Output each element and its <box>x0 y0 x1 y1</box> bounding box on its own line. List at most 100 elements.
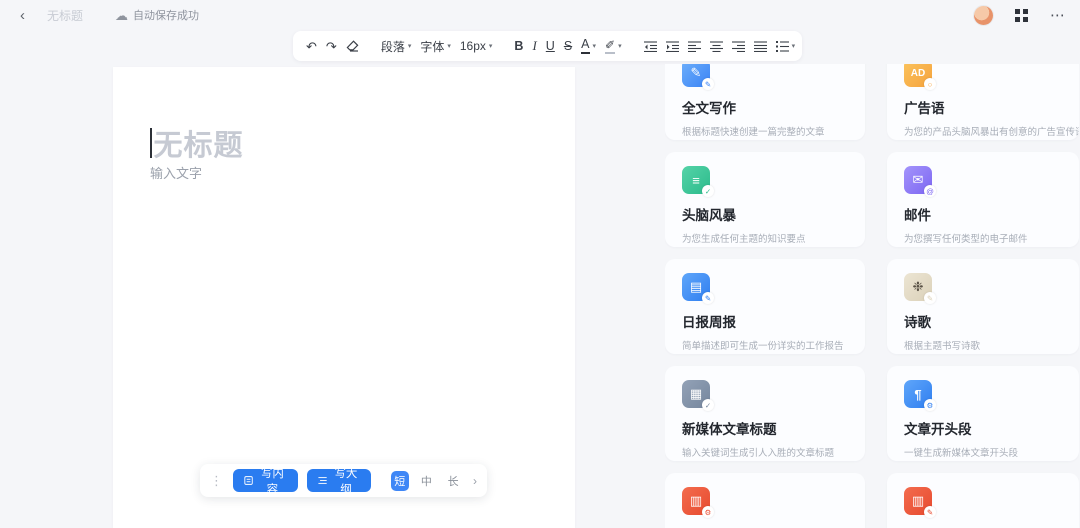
document-title: 无标题 <box>47 8 84 23</box>
chevron-down-icon: ▾ <box>592 42 597 50</box>
indent-decrease-icon <box>643 40 657 52</box>
autosave-status-text: 自动保存成功 <box>133 10 200 22</box>
back-icon[interactable]: ‹ <box>20 8 25 23</box>
fulltext-writing-icon: ✎ ✎ <box>682 64 714 90</box>
card-title: 广告语 <box>904 101 945 116</box>
align-center-button[interactable] <box>709 40 723 52</box>
icon-badge: ✓ <box>702 185 714 197</box>
font-color-icon: A <box>581 38 590 54</box>
italic-button[interactable]: I <box>532 38 536 54</box>
formatting-toolbar: ↶ ↷ 段落 ▾ 字体 ▾ 16px ▾ B I U S A ▾ ✐ ▾ ▾ <box>293 31 802 61</box>
template-card-daily-weekly-report[interactable]: ▤ ✎ 日报周报 简单描述即可生成一份详实的工作报告 <box>665 259 865 354</box>
align-left-icon <box>687 40 701 52</box>
daily-weekly-report-icon: ▤ ✎ <box>682 273 714 304</box>
red-book-icon: ▥ ⚙ <box>682 487 714 518</box>
template-card-fulltext-writing[interactable]: ✎ ✎ 全文写作 根据标题快速创建一篇完整的文章 <box>665 64 865 140</box>
card-description: 根据标题快速创建一篇完整的文章 <box>682 127 825 138</box>
template-card-opening-paragraph[interactable]: ¶ ⚙ 文章开头段 一键生成新媒体文章开头段 <box>887 366 1079 461</box>
font-size-dropdown[interactable]: 16px ▾ <box>460 39 493 53</box>
icon-glyph: ▥ <box>911 493 925 508</box>
font-color-button[interactable]: A ▾ <box>581 38 596 54</box>
body-placeholder[interactable]: 输入文字 <box>150 163 202 182</box>
highlight-color-button[interactable]: ✐ ▾ <box>605 39 622 54</box>
chevron-down-icon: ▾ <box>447 42 451 50</box>
template-card-brainstorm[interactable]: ≡ ✓ 头脑风暴 为您生成任何主题的知识要点 <box>665 152 865 247</box>
document-icon <box>244 476 253 485</box>
template-card-poetry[interactable]: ❉ ✎ 诗歌 根据主题书写诗歌 <box>887 259 1079 354</box>
apps-grid-icon[interactable] <box>1015 8 1028 22</box>
length-option-long[interactable]: 长 <box>444 471 462 491</box>
card-title: 邮件 <box>904 208 931 223</box>
more-options-icon[interactable]: ⋯ <box>1050 8 1066 23</box>
indent-decrease-button[interactable] <box>643 40 657 52</box>
font-family-dropdown[interactable]: 字体 ▾ <box>420 38 451 55</box>
font-size-value: 16px <box>459 39 486 53</box>
title-placeholder: 无标题 <box>153 130 244 162</box>
align-right-icon <box>731 40 745 52</box>
chevron-down-icon: ▾ <box>488 42 493 50</box>
write-content-label: 写内容 <box>260 467 284 496</box>
paragraph-dropdown[interactable]: 段落 ▾ <box>381 38 412 55</box>
eraser-icon <box>346 40 359 52</box>
undo-icon: ↶ <box>306 38 317 54</box>
drag-handle-icon[interactable]: ⋮ <box>210 474 223 487</box>
text-cursor <box>150 128 152 158</box>
write-outline-button[interactable]: 写大纲 <box>306 468 372 496</box>
media-article-title-icon: ▦ ✓ <box>682 380 714 411</box>
list-style-dropdown[interactable]: ▾ <box>775 40 796 52</box>
cloud-icon: ☁ <box>115 7 129 23</box>
card-title: 全文写作 <box>682 101 736 116</box>
avatar[interactable] <box>974 5 993 25</box>
icon-badge: ○ <box>924 78 936 90</box>
ai-assist-bar: ⋮ 写内容 写大纲 短 中 长 › <box>200 464 487 497</box>
icon-glyph: ✎ <box>690 65 702 80</box>
templates-grid: ✎ ✎ 全文写作 根据标题快速创建一篇完整的文章 AD ○ 广告语 为您的产品头脑风… <box>665 64 1079 528</box>
icon-badge: ✎ <box>702 78 714 90</box>
write-content-button[interactable]: 写内容 <box>233 468 298 496</box>
align-center-icon <box>709 40 723 52</box>
ad-slogan-icon: AD ○ <box>904 64 936 90</box>
icon-badge: ⚙ <box>924 399 936 411</box>
undo-button[interactable]: ↶ <box>306 40 317 53</box>
align-justify-button[interactable] <box>753 40 767 52</box>
icon-badge: @ <box>924 185 936 197</box>
poetry-icon: ❉ ✎ <box>904 273 936 304</box>
editor-page[interactable]: 无标题 输入文字 ⋮ 写内容 写大纲 短 中 长 › <box>113 67 575 528</box>
icon-glyph: AD <box>910 67 926 79</box>
next-chevron-icon[interactable]: › <box>473 474 477 488</box>
icon-glyph: ▤ <box>689 279 703 294</box>
indent-increase-icon <box>665 40 679 52</box>
template-card-media-article-title[interactable]: ▦ ✓ 新媒体文章标题 输入关键词生成引人入胜的文章标题 <box>665 366 865 461</box>
template-card-ad-slogan[interactable]: AD ○ 广告语 为您的产品头脑风暴出有创意的广告宣传语 <box>887 64 1079 140</box>
align-left-button[interactable] <box>687 40 701 52</box>
card-description: 根据主题书写诗歌 <box>904 341 981 352</box>
icon-glyph: ≡ <box>692 172 700 188</box>
bold-button[interactable]: B <box>514 39 523 53</box>
indent-increase-button[interactable] <box>665 40 679 52</box>
title-area[interactable]: 无标题 <box>150 122 244 164</box>
icon-badge: ✎ <box>702 292 714 304</box>
card-title: 文章开头段 <box>904 422 972 437</box>
clear-format-button[interactable] <box>346 40 359 52</box>
icon-badge: ✎ <box>924 292 936 304</box>
underline-button[interactable]: U <box>546 39 555 53</box>
icon-glyph: ▦ <box>689 386 703 401</box>
length-option-short[interactable]: 短 <box>390 470 409 491</box>
strikethrough-button[interactable]: S <box>564 39 572 53</box>
card-description: 简单描述即可生成一份详实的工作报告 <box>682 341 844 352</box>
template-card-email[interactable]: ✉ @ 邮件 为您撰写任何类型的电子邮件 <box>887 152 1079 247</box>
icon-glyph: ✉ <box>912 172 924 187</box>
template-card-clipped-left[interactable]: ▥ ⚙ <box>665 473 865 528</box>
templates-panel: ✎ ✎ 全文写作 根据标题快速创建一篇完整的文章 AD ○ 广告语 为您的产品头脑风… <box>665 64 1079 528</box>
email-icon: ✉ @ <box>904 166 936 197</box>
card-description: 为您撰写任何类型的电子邮件 <box>904 234 1028 245</box>
paragraph-label: 段落 <box>380 39 405 54</box>
align-right-button[interactable] <box>731 40 745 52</box>
opening-paragraph-icon: ¶ ⚙ <box>904 380 936 411</box>
length-option-medium[interactable]: 中 <box>418 471 436 491</box>
redo-button[interactable]: ↷ <box>326 40 337 53</box>
card-title: 新媒体文章标题 <box>682 422 777 437</box>
icon-glyph: ❉ <box>912 279 924 294</box>
chevron-down-icon: ▾ <box>791 42 796 50</box>
template-card-clipped-right[interactable]: ▥ ✎ <box>887 473 1079 528</box>
